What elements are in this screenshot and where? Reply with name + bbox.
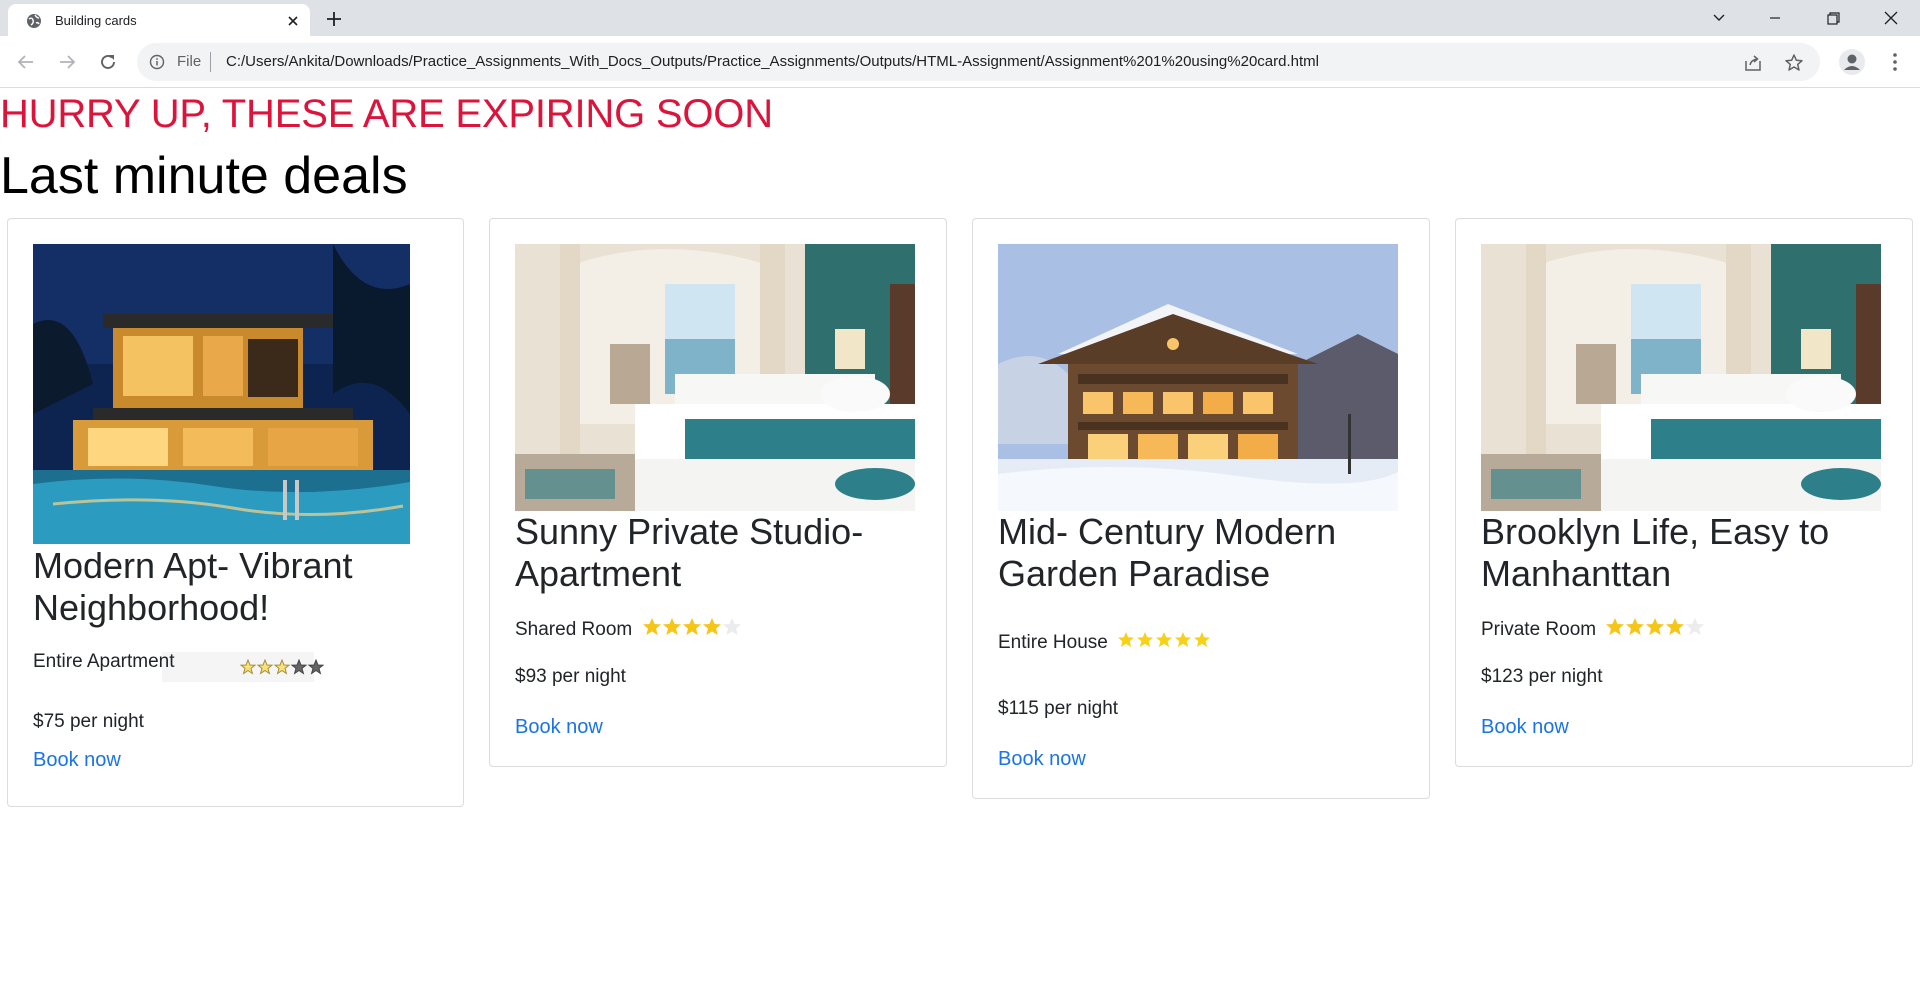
room-type: Entire House (998, 630, 1212, 654)
card-price: $123 per night (1481, 666, 1603, 687)
star-icon (1666, 618, 1685, 635)
deal-card: Mid- Century Modern Garden Paradise Enti… (972, 218, 1430, 799)
page-content: HURRY UP, THESE ARE EXPIRING SOON Last m… (0, 89, 1920, 997)
star-icon (662, 618, 681, 635)
deal-card: Sunny Private Studio-Apartment Shared Ro… (489, 218, 947, 767)
book-now-link[interactable]: Book now (998, 748, 1086, 771)
card-title: Brooklyn Life, Easy to Manhanttan (1481, 511, 1830, 594)
back-arrow-icon[interactable] (14, 50, 38, 74)
minimize-icon[interactable] (1752, 0, 1798, 36)
room-type: Entire Apartment (33, 651, 175, 673)
star-icon (307, 659, 325, 675)
reload-icon[interactable] (96, 50, 120, 74)
book-now-link[interactable]: Book now (33, 749, 121, 772)
rating-stars-image (240, 659, 325, 675)
close-tab-icon[interactable] (284, 12, 302, 30)
new-tab-icon[interactable] (324, 9, 344, 29)
browser-toolbar: File C:/Users/Ankita/Downloads/Practice_… (0, 36, 1920, 88)
card-price: $93 per night (515, 666, 626, 687)
star-icon (256, 659, 274, 675)
urgency-banner: HURRY UP, THESE ARE EXPIRING SOON (0, 92, 773, 136)
room-type-label: Entire Apartment (33, 651, 175, 672)
rating-stars (642, 618, 741, 635)
forward-arrow-icon[interactable] (55, 50, 79, 74)
share-icon[interactable] (1743, 53, 1763, 73)
listing-photo (1481, 244, 1881, 511)
star-icon (240, 659, 257, 675)
listing-photo (33, 244, 410, 544)
browser-tab[interactable]: Building cards (8, 4, 310, 36)
card-price: $115 per night (998, 698, 1119, 719)
tab-bar: Building cards (0, 0, 1920, 36)
book-now-link[interactable]: Book now (1481, 716, 1569, 739)
window-close-icon[interactable] (1868, 0, 1914, 36)
page-title: Last minute deals (0, 147, 408, 205)
star-icon (702, 618, 721, 635)
globe-icon (27, 14, 41, 28)
restore-icon[interactable] (1810, 0, 1856, 36)
star-icon (1626, 618, 1645, 635)
card-title: Mid- Century Modern Garden Paradise (998, 511, 1337, 594)
profile-avatar-icon[interactable] (1839, 49, 1865, 75)
room-type-label: Entire House (998, 632, 1108, 653)
chevron-down-icon[interactable] (1696, 0, 1742, 36)
star-icon (1137, 632, 1154, 647)
bookmark-star-icon[interactable] (1784, 53, 1804, 73)
info-icon[interactable] (149, 54, 165, 70)
star-icon (722, 618, 741, 635)
star-icon (290, 659, 308, 675)
room-type: Shared Room (515, 617, 742, 641)
star-icon (1194, 632, 1211, 647)
deal-card: Modern Apt- Vibrant Neighborhood! Entire… (7, 218, 464, 807)
star-icon (1118, 632, 1135, 647)
star-icon (682, 618, 701, 635)
room-type-label: Shared Room (515, 619, 633, 640)
room-type-label: Private Room (1481, 619, 1597, 640)
url-separator (210, 52, 211, 72)
listing-photo (998, 244, 1398, 511)
star-icon (1646, 618, 1665, 635)
card-title: Modern Apt- Vibrant Neighborhood! (33, 545, 353, 628)
listing-photo (515, 244, 915, 511)
url-scheme-label: File (177, 53, 202, 70)
book-now-link[interactable]: Book now (515, 716, 603, 739)
card-price: $75 per night (33, 711, 144, 732)
star-icon (273, 659, 291, 675)
tab-title: Building cards (55, 13, 137, 28)
card-title: Sunny Private Studio-Apartment (515, 511, 864, 594)
star-icon (1686, 618, 1705, 635)
deal-card: Brooklyn Life, Easy to Manhanttan Privat… (1455, 218, 1913, 767)
address-bar[interactable]: File C:/Users/Ankita/Downloads/Practice_… (137, 43, 1820, 81)
star-icon (1175, 632, 1192, 647)
rating-stars (1606, 618, 1705, 635)
star-icon (1156, 632, 1173, 647)
rating-stars (1118, 632, 1211, 647)
star-icon (1606, 618, 1625, 635)
kebab-menu-icon[interactable] (1883, 50, 1907, 74)
star-icon (642, 618, 661, 635)
room-type: Private Room (1481, 617, 1705, 641)
url-text[interactable]: C:/Users/Ankita/Downloads/Practice_Assig… (226, 53, 1319, 70)
